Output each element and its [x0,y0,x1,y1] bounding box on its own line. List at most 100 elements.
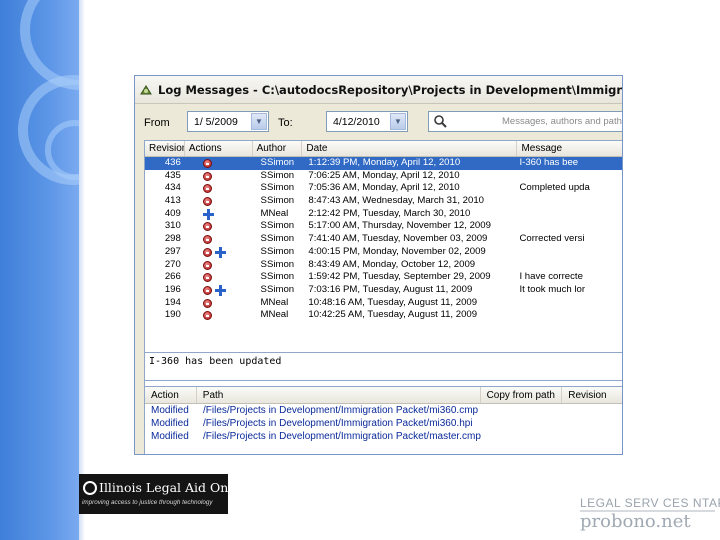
modified-action-icon [202,247,212,257]
author-cell: MNeal [260,296,289,308]
modified-action-icon [202,159,212,168]
table-row[interactable]: 266 SSimon 1:59:42 PM, Tuesday, September … [145,271,622,284]
from-label: From [144,117,170,129]
title-bar: Log Messages - C:\autodocsRepository\Pro… [135,76,622,104]
modified-action-icon [202,222,212,232]
table-row[interactable]: 190 MNeal 10:42:25 AM, Tuesday, August 11,… [145,309,622,322]
author-cell: SSimon [260,220,295,232]
date-filter-row: From 1/ 5/2009 ▼ To: 4/12/2010 ▼ Message… [135,106,622,136]
table-row[interactable]: 298 SSimon 7:41:40 AM, Tuesday, November 0… [145,233,622,246]
modified-action-icon [202,298,212,308]
table-row[interactable]: 310 SSimon 5:17:00 AM, Thursday, November … [145,220,622,233]
column-header-revision[interactable]: Revision [562,387,622,403]
table-row[interactable]: 297 SSimon 4:00:15 PM, Monday, November 02… [145,245,622,259]
message-cell [517,220,622,233]
revision-cell: 270 [164,258,181,270]
to-date-picker[interactable]: 4/12/2010 ▼ [326,111,408,132]
modified-action-icon [202,285,212,295]
actions-cell [185,220,253,233]
revision-cell: 196 [164,283,181,295]
revision-cell: 310 [164,220,181,232]
message-cell [517,208,622,221]
search-input[interactable]: Messages, authors and path [428,111,622,132]
date-cell: 8:47:43 AM, Wednesday, March 31, 2010 [308,195,484,207]
seal-icon [83,481,97,495]
search-icon[interactable] [433,114,449,129]
message-cell [517,309,622,322]
log-message-text[interactable]: I-360 has been updated [144,352,622,381]
column-header-copy-from-path[interactable]: Copy from path [481,387,563,403]
revision-cell: 435 [164,169,181,181]
modified-action-icon [202,184,212,194]
path-row[interactable]: Modified /Files/Projects in Development/… [145,417,622,430]
message-cell: Corrected versi [519,233,585,245]
table-body: 436 SSimon 1:12:39 PM, Monday, April 12, 2… [145,157,622,322]
column-header-revision[interactable]: Revision [145,141,185,156]
revision-cell: 266 [164,271,181,283]
modified-action-icon [202,311,212,321]
changed-paths-table[interactable]: Action Path Copy from path Revision Modi… [144,386,622,454]
added-action-icon [214,246,226,258]
actions-cell [185,297,253,310]
modified-action-icon [202,260,212,270]
table-row[interactable]: 434 SSimon 7:05:36 AM, Monday, April 12, 2… [145,182,622,195]
from-date-picker[interactable]: 1/ 5/2009 ▼ [187,111,269,132]
added-action-icon [202,208,214,220]
date-cell: 4:00:15 PM, Monday, November 02, 2009 [308,245,486,257]
revision-cell: 194 [164,296,181,308]
table-row[interactable]: 413 SSimon 8:47:43 AM, Wednesday, March 31… [145,195,622,208]
message-cell [517,170,622,183]
illinois-legal-aid-logo: Illinois Legal Aid Online improving acce… [79,474,252,514]
author-cell: SSimon [260,245,295,257]
column-header-author[interactable]: Author [253,141,303,156]
revision-cell: 409 [164,207,181,219]
path-row[interactable]: Modified /Files/Projects in Development/… [145,430,622,443]
author-cell: SSimon [260,233,295,245]
path-row[interactable]: Modified /Files/Projects in Development/… [145,404,622,417]
table-row[interactable]: 435 SSimon 7:06:25 AM, Monday, April 12, 2… [145,169,622,183]
author-cell: MNeal [260,309,289,321]
message-cell [517,297,622,310]
path-value: /Files/Projects in Development/Immigrati… [203,418,473,429]
window-title: Log Messages - C:\autodocsRepository\Pro… [158,82,623,97]
table-row[interactable]: 194 MNeal 10:48:16 AM, Tuesday, August 11,… [145,296,622,310]
table-row[interactable]: 409 MNeal 2:12:42 PM, Tuesday, March 30, 2… [145,207,622,221]
table-row[interactable]: 196 SSimon 7:03:16 PM, Tuesday, August 11,… [145,283,622,297]
revision-cell: 297 [164,245,181,257]
column-header-path[interactable]: Path [197,387,481,403]
revision-cell: 190 [164,309,181,321]
table-row[interactable]: 270 SSimon 8:43:49 AM, Monday, October 12,… [145,258,622,272]
author-cell: SSimon [260,195,295,207]
author-cell: SSimon [260,283,295,295]
revision-cell: 413 [164,195,181,207]
chevron-down-icon[interactable]: ▼ [251,113,267,130]
message-cell: I-360 has bee [519,157,579,168]
actions-cell [185,208,253,221]
modified-action-icon [202,197,212,207]
probono-logo: LEGAL SERV CES NTAP probono.net [580,496,720,540]
actions-cell [185,309,253,322]
from-date-value: 1/ 5/2009 [194,116,238,128]
revision-cell: 434 [164,182,181,194]
message-cell: I have correcte [519,271,583,283]
column-header-message[interactable]: Message [517,141,622,156]
actions-cell [185,233,253,246]
message-cell: Completed upda [519,182,590,194]
tortoise-app-icon [139,83,153,97]
column-header-actions[interactable]: Actions [185,141,253,156]
date-cell: 7:06:25 AM, Monday, April 12, 2010 [308,169,460,181]
author-cell: SSimon [260,157,295,168]
author-cell: SSimon [260,182,295,194]
table-row[interactable]: 436 SSimon 1:12:39 PM, Monday, April 12, 2… [145,157,622,170]
path-action: Modified [151,405,189,416]
column-header-date[interactable]: Date [302,141,518,156]
actions-cell [185,271,253,284]
table-header: Revision Actions Author Date Message [145,141,622,157]
date-cell: 1:12:39 PM, Monday, April 12, 2010 [308,157,461,168]
paths-header: Action Path Copy from path Revision [145,387,622,404]
to-date-value: 4/12/2010 [333,116,380,128]
band-shadow [79,0,85,540]
column-header-action[interactable]: Action [145,387,197,403]
chevron-down-icon[interactable]: ▼ [390,113,406,130]
actions-cell [185,170,253,183]
